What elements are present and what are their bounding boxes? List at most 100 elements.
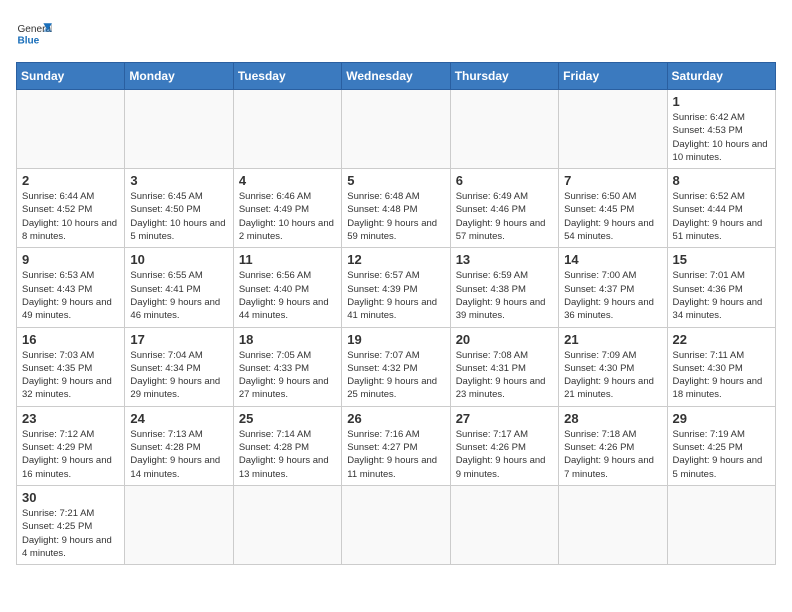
day-number: 15	[673, 252, 770, 267]
day-number: 26	[347, 411, 444, 426]
calendar-cell	[450, 485, 558, 564]
day-number: 19	[347, 332, 444, 347]
day-number: 9	[22, 252, 119, 267]
day-number: 22	[673, 332, 770, 347]
day-info: Sunrise: 7:07 AM Sunset: 4:32 PM Dayligh…	[347, 349, 444, 402]
calendar-cell: 9 Sunrise: 6:53 AM Sunset: 4:43 PM Daylig…	[17, 248, 125, 327]
calendar-cell: 2 Sunrise: 6:44 AM Sunset: 4:52 PM Daylig…	[17, 169, 125, 248]
weekday-header-monday: Monday	[125, 63, 233, 90]
calendar-cell: 5Sunrise: 6:48 AM Sunset: 4:48 PM Daylig…	[342, 169, 450, 248]
calendar-cell: 21 Sunrise: 7:09 AM Sunset: 4:30 PM Dayli…	[559, 327, 667, 406]
day-number: 25	[239, 411, 336, 426]
calendar-cell	[125, 90, 233, 169]
day-number: 27	[456, 411, 553, 426]
calendar-week-2: 9 Sunrise: 6:53 AM Sunset: 4:43 PM Daylig…	[17, 248, 776, 327]
day-number: 12	[347, 252, 444, 267]
day-number: 13	[456, 252, 553, 267]
calendar-cell	[17, 90, 125, 169]
calendar-cell	[125, 485, 233, 564]
day-info: Sunrise: 6:50 AM Sunset: 4:45 PM Dayligh…	[564, 190, 661, 243]
logo: General Blue	[16, 16, 52, 52]
calendar-cell: 6 Sunrise: 6:49 AM Sunset: 4:46 PM Daylig…	[450, 169, 558, 248]
calendar-cell: 20Sunrise: 7:08 AM Sunset: 4:31 PM Dayli…	[450, 327, 558, 406]
calendar-cell: 4Sunrise: 6:46 AM Sunset: 4:49 PM Daylig…	[233, 169, 341, 248]
day-number: 2	[22, 173, 119, 188]
weekday-header-wednesday: Wednesday	[342, 63, 450, 90]
calendar-cell: 15Sunrise: 7:01 AM Sunset: 4:36 PM Dayli…	[667, 248, 775, 327]
calendar-cell: 30 Sunrise: 7:21 AM Sunset: 4:25 PM Dayli…	[17, 485, 125, 564]
day-info: Sunrise: 7:19 AM Sunset: 4:25 PM Dayligh…	[673, 428, 770, 481]
day-number: 5	[347, 173, 444, 188]
day-info: Sunrise: 6:42 AM Sunset: 4:53 PM Dayligh…	[673, 111, 770, 164]
calendar-cell	[667, 485, 775, 564]
day-info: Sunrise: 7:00 AM Sunset: 4:37 PM Dayligh…	[564, 269, 661, 322]
day-number: 17	[130, 332, 227, 347]
weekday-header-saturday: Saturday	[667, 63, 775, 90]
day-info: Sunrise: 6:53 AM Sunset: 4:43 PM Dayligh…	[22, 269, 119, 322]
calendar-cell: 12 Sunrise: 6:57 AM Sunset: 4:39 PM Dayli…	[342, 248, 450, 327]
day-number: 30	[22, 490, 119, 505]
calendar-cell	[559, 90, 667, 169]
day-number: 6	[456, 173, 553, 188]
day-number: 23	[22, 411, 119, 426]
day-info: Sunrise: 6:59 AM Sunset: 4:38 PM Dayligh…	[456, 269, 553, 322]
calendar-cell	[342, 485, 450, 564]
day-info: Sunrise: 7:09 AM Sunset: 4:30 PM Dayligh…	[564, 349, 661, 402]
calendar-cell: 28Sunrise: 7:18 AM Sunset: 4:26 PM Dayli…	[559, 406, 667, 485]
weekday-header-tuesday: Tuesday	[233, 63, 341, 90]
calendar-cell: 14Sunrise: 7:00 AM Sunset: 4:37 PM Dayli…	[559, 248, 667, 327]
calendar-cell: 29 Sunrise: 7:19 AM Sunset: 4:25 PM Dayli…	[667, 406, 775, 485]
weekday-header-sunday: Sunday	[17, 63, 125, 90]
calendar-cell: 22 Sunrise: 7:11 AM Sunset: 4:30 PM Dayli…	[667, 327, 775, 406]
day-info: Sunrise: 7:03 AM Sunset: 4:35 PM Dayligh…	[22, 349, 119, 402]
day-number: 18	[239, 332, 336, 347]
day-number: 7	[564, 173, 661, 188]
weekday-header-friday: Friday	[559, 63, 667, 90]
calendar-cell	[342, 90, 450, 169]
weekday-header-row: SundayMondayTuesdayWednesdayThursdayFrid…	[17, 63, 776, 90]
day-info: Sunrise: 7:17 AM Sunset: 4:26 PM Dayligh…	[456, 428, 553, 481]
day-info: Sunrise: 7:21 AM Sunset: 4:25 PM Dayligh…	[22, 507, 119, 560]
day-info: Sunrise: 7:11 AM Sunset: 4:30 PM Dayligh…	[673, 349, 770, 402]
calendar-cell: 16 Sunrise: 7:03 AM Sunset: 4:35 PM Dayli…	[17, 327, 125, 406]
day-info: Sunrise: 6:56 AM Sunset: 4:40 PM Dayligh…	[239, 269, 336, 322]
day-info: Sunrise: 6:49 AM Sunset: 4:46 PM Dayligh…	[456, 190, 553, 243]
calendar-cell: 18 Sunrise: 7:05 AM Sunset: 4:33 PM Dayli…	[233, 327, 341, 406]
calendar-cell	[559, 485, 667, 564]
day-number: 4	[239, 173, 336, 188]
day-info: Sunrise: 7:04 AM Sunset: 4:34 PM Dayligh…	[130, 349, 227, 402]
day-number: 8	[673, 173, 770, 188]
calendar-cell: 23 Sunrise: 7:12 AM Sunset: 4:29 PM Dayli…	[17, 406, 125, 485]
day-number: 3	[130, 173, 227, 188]
day-number: 16	[22, 332, 119, 347]
calendar-week-5: 30 Sunrise: 7:21 AM Sunset: 4:25 PM Dayli…	[17, 485, 776, 564]
day-number: 24	[130, 411, 227, 426]
day-info: Sunrise: 6:44 AM Sunset: 4:52 PM Dayligh…	[22, 190, 119, 243]
calendar-cell: 10Sunrise: 6:55 AM Sunset: 4:41 PM Dayli…	[125, 248, 233, 327]
calendar-cell: 19 Sunrise: 7:07 AM Sunset: 4:32 PM Dayli…	[342, 327, 450, 406]
calendar-cell: 13 Sunrise: 6:59 AM Sunset: 4:38 PM Dayli…	[450, 248, 558, 327]
calendar-week-1: 2 Sunrise: 6:44 AM Sunset: 4:52 PM Daylig…	[17, 169, 776, 248]
calendar-week-0: 1 Sunrise: 6:42 AM Sunset: 4:53 PM Daylig…	[17, 90, 776, 169]
day-number: 1	[673, 94, 770, 109]
day-info: Sunrise: 6:57 AM Sunset: 4:39 PM Dayligh…	[347, 269, 444, 322]
calendar-cell	[233, 90, 341, 169]
day-number: 21	[564, 332, 661, 347]
calendar-cell: 8Sunrise: 6:52 AM Sunset: 4:44 PM Daylig…	[667, 169, 775, 248]
day-info: Sunrise: 7:18 AM Sunset: 4:26 PM Dayligh…	[564, 428, 661, 481]
calendar-week-4: 23 Sunrise: 7:12 AM Sunset: 4:29 PM Dayli…	[17, 406, 776, 485]
day-info: Sunrise: 7:12 AM Sunset: 4:29 PM Dayligh…	[22, 428, 119, 481]
day-number: 29	[673, 411, 770, 426]
calendar-cell: 24 Sunrise: 7:13 AM Sunset: 4:28 PM Dayli…	[125, 406, 233, 485]
day-info: Sunrise: 6:55 AM Sunset: 4:41 PM Dayligh…	[130, 269, 227, 322]
calendar-week-3: 16 Sunrise: 7:03 AM Sunset: 4:35 PM Dayli…	[17, 327, 776, 406]
calendar-cell: 17 Sunrise: 7:04 AM Sunset: 4:34 PM Dayli…	[125, 327, 233, 406]
svg-text:Blue: Blue	[17, 35, 39, 46]
calendar-cell: 25Sunrise: 7:14 AM Sunset: 4:28 PM Dayli…	[233, 406, 341, 485]
header: General Blue	[16, 16, 776, 52]
day-info: Sunrise: 6:45 AM Sunset: 4:50 PM Dayligh…	[130, 190, 227, 243]
day-info: Sunrise: 7:08 AM Sunset: 4:31 PM Dayligh…	[456, 349, 553, 402]
day-info: Sunrise: 7:16 AM Sunset: 4:27 PM Dayligh…	[347, 428, 444, 481]
day-info: Sunrise: 7:05 AM Sunset: 4:33 PM Dayligh…	[239, 349, 336, 402]
day-info: Sunrise: 7:13 AM Sunset: 4:28 PM Dayligh…	[130, 428, 227, 481]
